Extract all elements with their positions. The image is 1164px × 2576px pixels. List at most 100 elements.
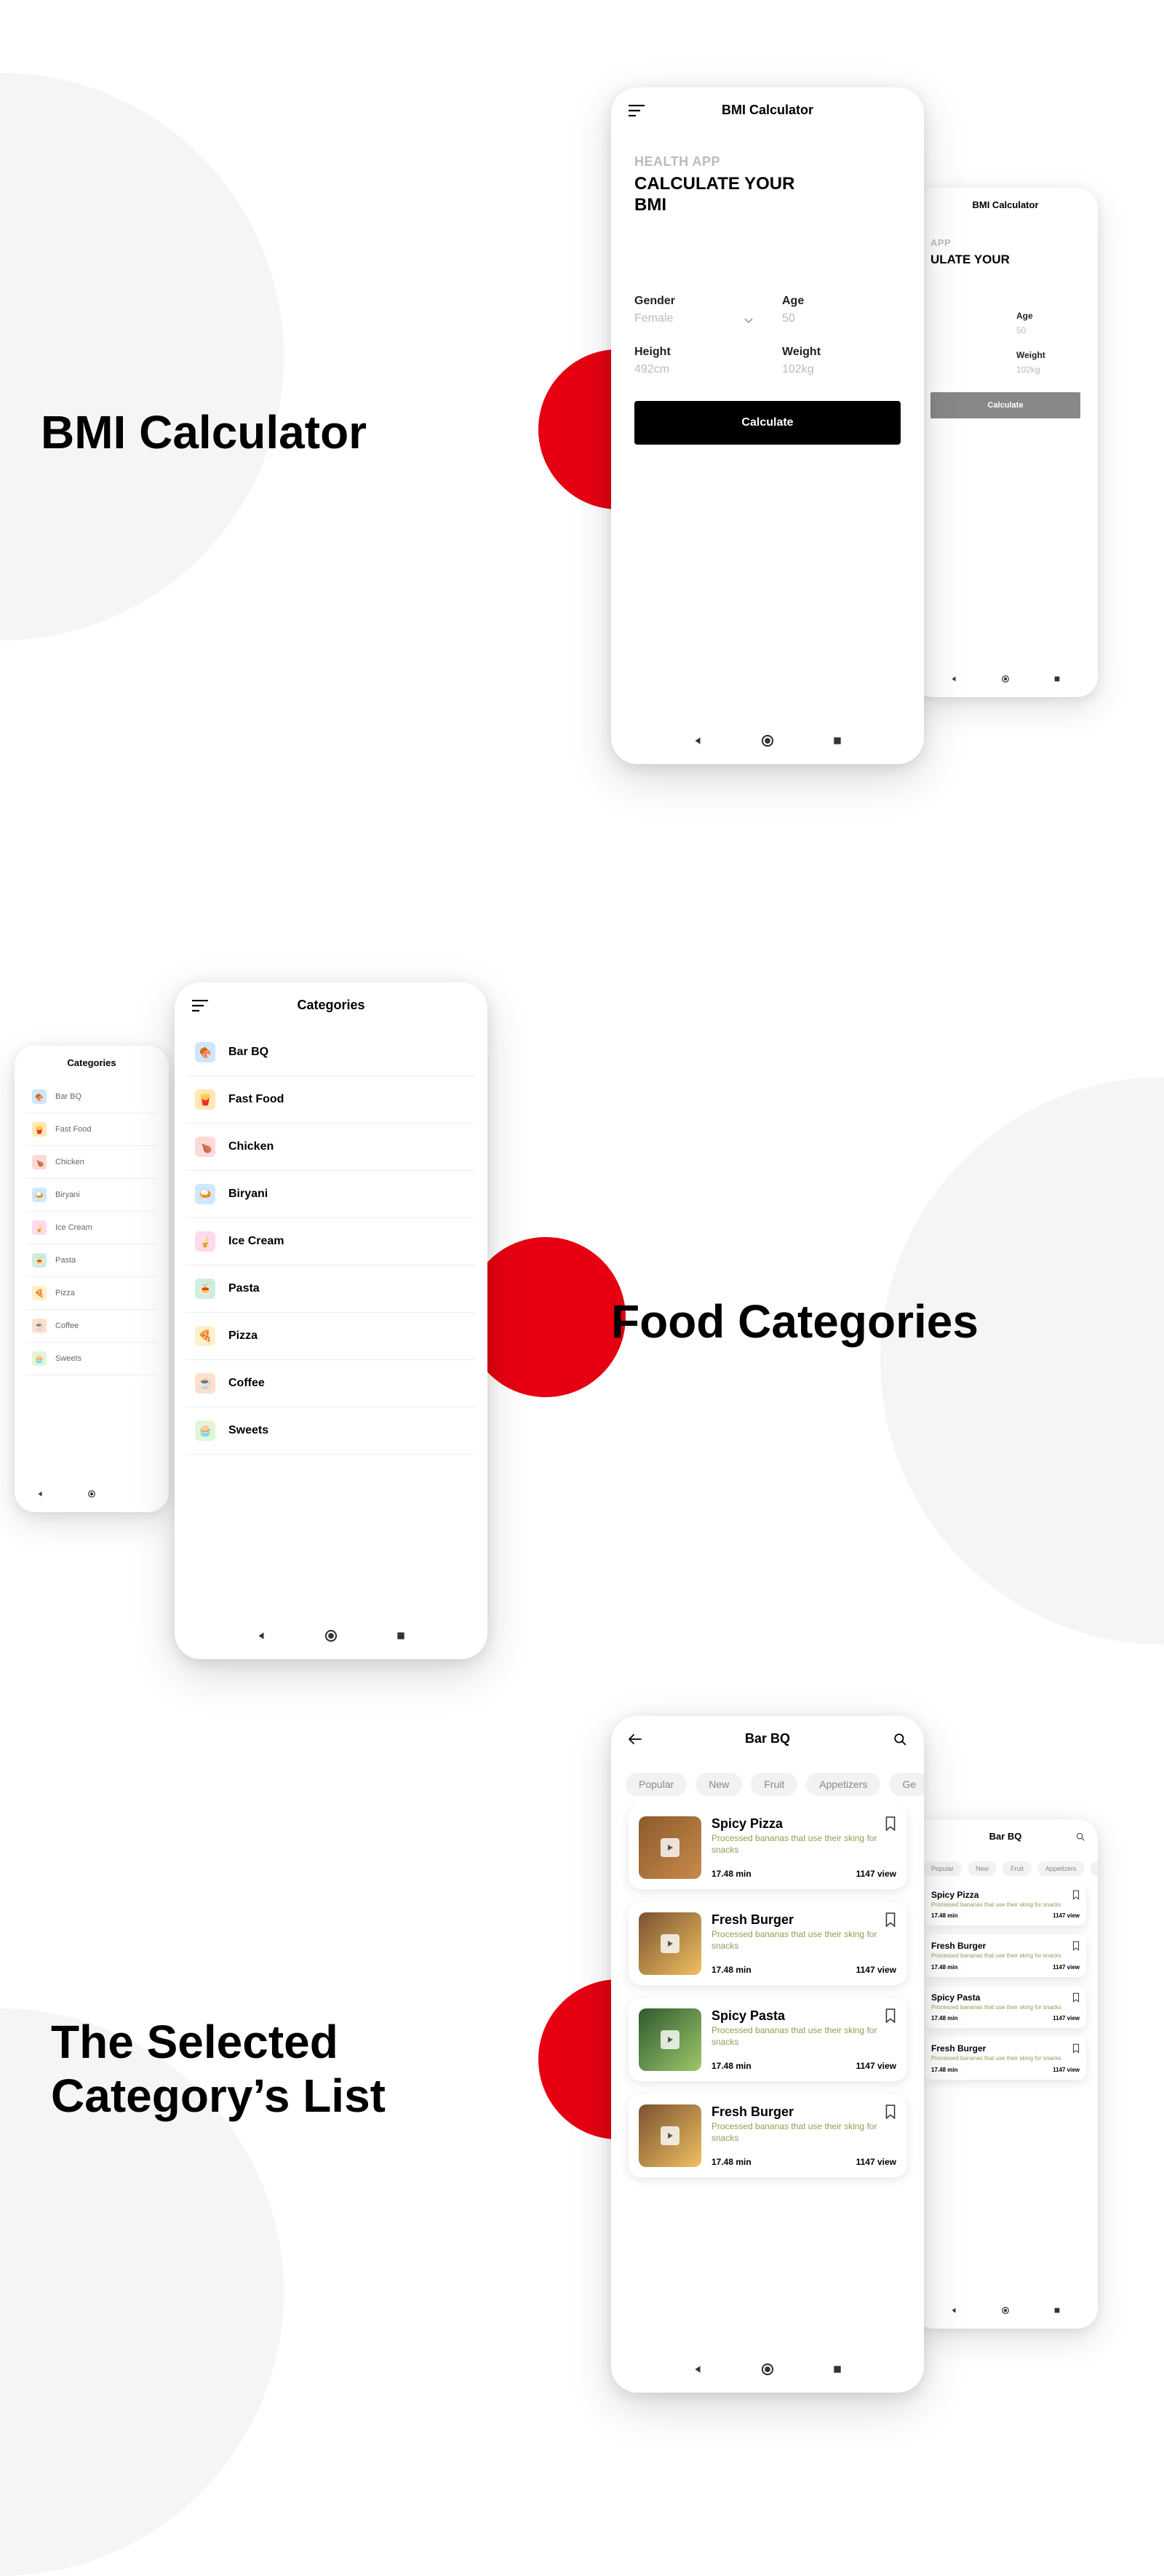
category-item[interactable]: 🍟Fast Food [186, 1076, 476, 1124]
value-gender[interactable]: Female [634, 312, 753, 325]
category-icon: 🧁 [195, 1420, 215, 1441]
card-time: 17.48 min [711, 2157, 752, 2167]
category-item[interactable]: ☕ Coffee [26, 1310, 157, 1343]
filter-chip[interactable]: Ge [889, 1773, 924, 1796]
category-item[interactable]: 🍕Pizza [26, 1277, 157, 1310]
nav-back-icon[interactable] [36, 1490, 44, 1498]
play-icon[interactable] [661, 1934, 679, 1953]
calculate-button[interactable]: Calculate [930, 392, 1080, 418]
topbar: Categories [15, 1046, 169, 1081]
nav-back-icon[interactable] [256, 1631, 266, 1641]
phone-categories-back: Categories 🍖Bar BQ🍟Fast Food🍗Chicken🍛Bir… [15, 1046, 169, 1512]
nav-recent-icon[interactable] [832, 736, 842, 746]
play-icon[interactable] [661, 2030, 679, 2049]
filter-chip[interactable]: Ge [1091, 1861, 1098, 1876]
play-icon[interactable] [661, 1838, 679, 1857]
category-item[interactable]: 🍝Pasta [26, 1244, 157, 1277]
filter-chip[interactable]: Appetizers [806, 1773, 880, 1796]
bookmark-icon[interactable] [1072, 1890, 1080, 1900]
food-card[interactable]: Spicy PizzaProcessed bananas that use th… [629, 1806, 906, 1889]
filter-chip[interactable]: Fruit [751, 1773, 797, 1796]
category-name: Coffee [55, 1321, 79, 1330]
card-views: 1147 view [1053, 1912, 1080, 1919]
filter-chip[interactable]: Fruit [1002, 1861, 1032, 1876]
food-card[interactable]: Spicy PizzaProcessed bananas that use th… [925, 1883, 1086, 1925]
search-icon[interactable] [893, 1733, 906, 1746]
food-card[interactable]: Spicy PastaProcessed bananas that use th… [629, 1998, 906, 2081]
filter-chip[interactable]: New [968, 1861, 997, 1876]
food-card[interactable]: Spicy PastaProcessed bananas that use th… [925, 1986, 1086, 2028]
categories-list: 🍖Bar BQ🍟Fast Food🍗Chicken🍛Biryani🍦Ice Cr… [15, 1081, 169, 1476]
food-card[interactable]: Fresh BurgerProcessed bananas that use t… [925, 2037, 1086, 2079]
category-name: Chicken [55, 1158, 84, 1166]
filter-chip[interactable]: Popular [626, 1773, 687, 1796]
calculate-button[interactable]: Calculate [634, 401, 901, 445]
card-desc: Processed bananas that use their sking f… [711, 2121, 896, 2144]
menu-icon[interactable] [629, 105, 645, 116]
category-item[interactable]: 🍗Chicken [26, 1146, 157, 1179]
bookmark-icon[interactable] [1072, 2043, 1080, 2054]
bookmark-icon[interactable] [1072, 1941, 1080, 1951]
nav-home-icon[interactable] [761, 2363, 774, 2376]
label-age: Age [1016, 311, 1080, 321]
category-icon: 🍖 [195, 1042, 215, 1062]
menu-icon[interactable] [192, 1000, 208, 1011]
category-item[interactable]: 🧁Sweets [186, 1407, 476, 1455]
nav-back-icon[interactable] [950, 675, 957, 683]
nav-home-icon[interactable] [1001, 675, 1010, 683]
food-card[interactable]: Fresh BurgerProcessed bananas that use t… [629, 1902, 906, 1985]
nav-back-icon[interactable] [693, 2364, 703, 2374]
value-weight[interactable]: 102kg [782, 363, 901, 376]
category-item[interactable]: 🍖Bar BQ [186, 1029, 476, 1076]
category-item[interactable]: 🍛Biryani [186, 1171, 476, 1218]
value-height[interactable]: 492cm [634, 363, 753, 376]
category-item[interactable]: 🍦Ice Cream [186, 1218, 476, 1265]
back-arrow-icon[interactable] [629, 1734, 642, 1744]
nav-back-icon[interactable] [693, 736, 703, 746]
page-title: Categories [67, 1057, 116, 1068]
filter-chip[interactable]: Appetizers [1037, 1861, 1085, 1876]
nav-back-icon[interactable] [950, 2307, 957, 2314]
food-card[interactable]: Fresh BurgerProcessed bananas that use t… [925, 1934, 1086, 1976]
category-item[interactable]: 🍟Fast Food [26, 1113, 157, 1146]
nav-recent-icon[interactable] [832, 2364, 842, 2374]
filter-chip[interactable]: New [695, 1773, 742, 1796]
bmi-heading: ULATE YOUR [930, 253, 1076, 267]
phone-categories-front: Categories 🍖Bar BQ🍟Fast Food🍗Chicken🍛Bir… [175, 982, 487, 1659]
play-icon[interactable] [661, 2126, 679, 2145]
chips-row: Popular New Fruit Appetizers Ge [611, 1762, 924, 1806]
nav-home-icon[interactable] [761, 734, 774, 747]
category-item[interactable]: 🧁Sweets [26, 1343, 157, 1375]
bookmark-icon[interactable] [885, 1816, 896, 1831]
nav-home-icon[interactable] [87, 1490, 96, 1498]
accent-circle [466, 1237, 626, 1397]
value-weight[interactable]: 102kg [1016, 365, 1080, 375]
nav-recent-icon[interactable] [1053, 2307, 1061, 2314]
filter-chip[interactable]: Popular [923, 1861, 962, 1876]
bookmark-icon[interactable] [885, 1912, 896, 1927]
value-age[interactable]: 50 [1016, 325, 1080, 335]
nav-home-icon[interactable] [324, 1629, 338, 1642]
category-icon: ☕ [32, 1319, 47, 1333]
card-title: Fresh Burger [931, 1941, 1080, 1951]
bg-circle [0, 73, 284, 640]
category-item[interactable]: 🍕Pizza [186, 1313, 476, 1360]
category-name: Chicken [228, 1140, 274, 1153]
nav-recent-icon[interactable] [1053, 675, 1061, 683]
category-item[interactable]: 🍝Pasta [186, 1265, 476, 1313]
bookmark-icon[interactable] [1072, 1992, 1080, 2003]
category-item[interactable]: 🍦Ice Cream [26, 1212, 157, 1244]
nav-recent-icon[interactable] [396, 1631, 406, 1641]
value-age[interactable]: 50 [782, 312, 901, 325]
chevron-down-icon[interactable] [744, 318, 753, 324]
card-desc: Processed bananas that use their sking f… [931, 2004, 1080, 2011]
nav-home-icon[interactable] [1001, 2306, 1010, 2315]
food-card[interactable]: Fresh BurgerProcessed bananas that use t… [629, 2094, 906, 2177]
bookmark-icon[interactable] [885, 2104, 896, 2119]
category-item[interactable]: 🍗Chicken [186, 1124, 476, 1171]
category-item[interactable]: 🍖Bar BQ [26, 1081, 157, 1113]
bookmark-icon[interactable] [885, 2008, 896, 2023]
category-item[interactable]: ☕Coffee [186, 1360, 476, 1407]
category-item[interactable]: 🍛Biryani [26, 1179, 157, 1212]
search-icon[interactable] [1076, 1832, 1085, 1841]
